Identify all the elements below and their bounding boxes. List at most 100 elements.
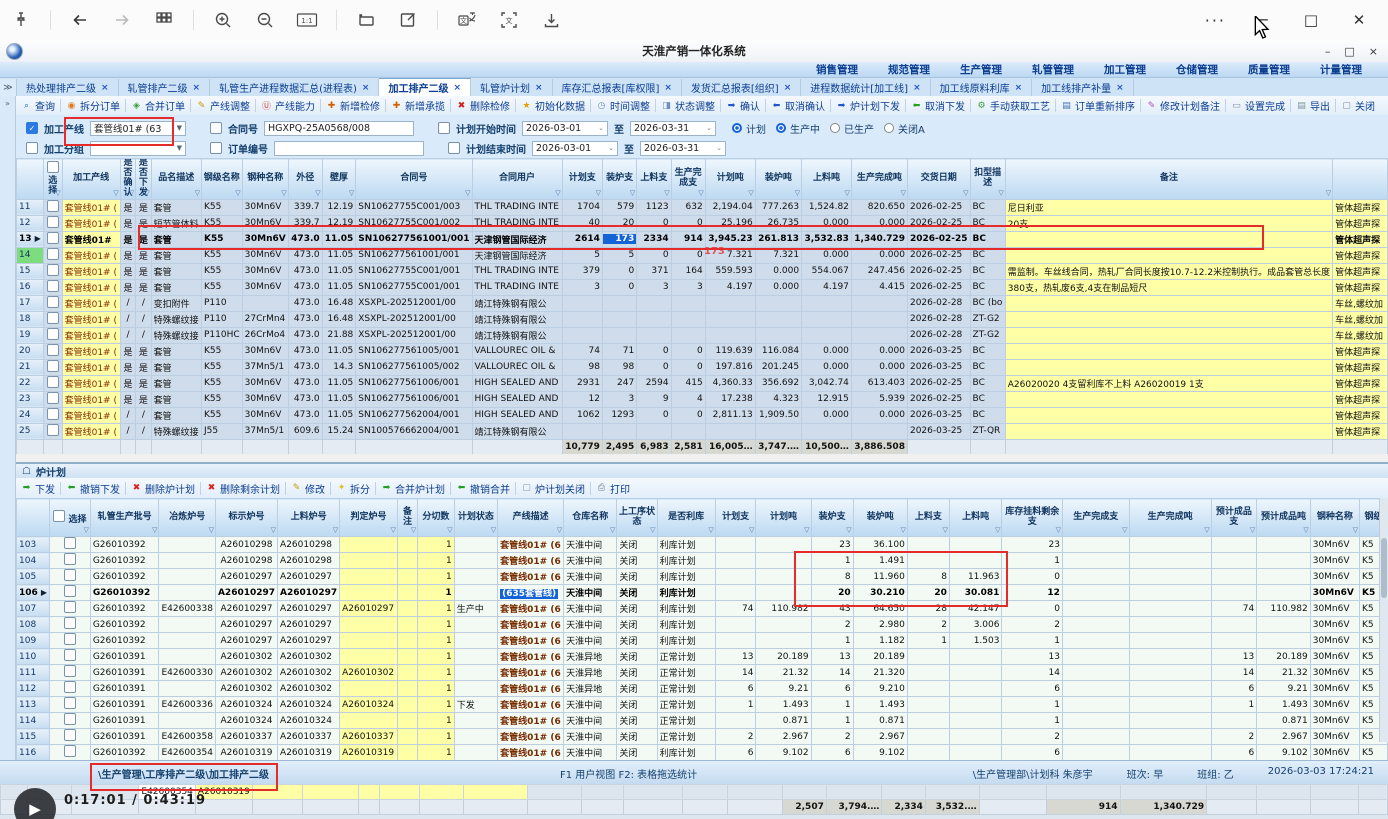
row-number[interactable]: 113 xyxy=(17,697,50,713)
cell[interactable]: 30Mn6V xyxy=(242,247,288,263)
row-checkbox[interactable] xyxy=(47,312,59,324)
tab-close-icon[interactable]: × xyxy=(1116,83,1124,93)
cell[interactable] xyxy=(1005,343,1332,359)
cell[interactable]: 20支 xyxy=(1005,215,1332,231)
cell[interactable]: 天淮中间 xyxy=(564,713,617,729)
cell[interactable] xyxy=(602,423,636,439)
cell[interactable]: 3,042.74 xyxy=(802,375,852,391)
cell[interactable]: 30Mn6V xyxy=(242,375,288,391)
cell[interactable]: 天淮中间 xyxy=(564,697,617,713)
table-row[interactable]: 23套管线01# (是是套管K5530Mn6V473.011.05SN10627… xyxy=(17,391,1388,407)
cell[interactable]: SN106277562004/001 xyxy=(356,407,472,423)
cell[interactable]: 正常计划 xyxy=(657,649,715,665)
cell[interactable]: A26010337 xyxy=(278,729,340,745)
cell[interactable]: 473.0 xyxy=(288,359,322,375)
cell[interactable]: 天淮中间 xyxy=(564,633,617,649)
cell[interactable]: 1,340.729 xyxy=(851,231,907,247)
cell[interactable]: 6 xyxy=(715,681,756,697)
cell[interactable] xyxy=(397,537,417,553)
cell[interactable]: 2026-02-28 xyxy=(907,327,970,343)
cell[interactable] xyxy=(44,359,63,375)
cell[interactable]: 利库计划 xyxy=(657,569,715,585)
cell[interactable]: 关闭 xyxy=(617,569,657,585)
cell[interactable]: 2026-02-28 xyxy=(907,295,970,311)
cell[interactable] xyxy=(1211,553,1257,569)
zoom-in-icon[interactable] xyxy=(206,6,240,34)
cell[interactable]: 天津钢管国际经济 xyxy=(472,247,562,263)
cell[interactable] xyxy=(715,713,756,729)
cell[interactable]: 4,360.33 xyxy=(705,375,755,391)
cell[interactable]: 1 xyxy=(418,665,455,681)
cell[interactable]: (635套管线) xyxy=(498,585,564,601)
cell[interactable]: THL TRADING INTE xyxy=(472,215,562,231)
crop-icon[interactable] xyxy=(349,6,383,34)
cell[interactable]: 0.000 xyxy=(755,263,801,279)
cell[interactable]: 30Mn6V xyxy=(1310,649,1359,665)
cell[interactable] xyxy=(50,601,91,617)
cell[interactable]: A26010324 xyxy=(215,713,277,729)
filter-funnel-icon[interactable]: ▽ xyxy=(708,527,713,535)
cell[interactable]: 是 xyxy=(120,391,135,407)
cell[interactable]: 16.48 xyxy=(322,295,356,311)
cell[interactable]: 2026-02-25 xyxy=(907,279,970,295)
cell[interactable] xyxy=(802,295,852,311)
filter-funnel-icon[interactable]: ▽ xyxy=(271,527,276,535)
cell[interactable]: 13 xyxy=(715,649,756,665)
cell[interactable]: A26010297 xyxy=(278,585,340,601)
row-number[interactable]: 16 xyxy=(17,279,44,295)
cell[interactable] xyxy=(44,423,63,439)
toolbar-button-send[interactable]: ➡下发 xyxy=(16,481,60,496)
cell[interactable] xyxy=(1062,617,1129,633)
cell[interactable]: G26010392 xyxy=(90,585,159,601)
cell[interactable] xyxy=(715,569,756,585)
cell[interactable]: 30Mn6V xyxy=(1310,713,1359,729)
cell[interactable]: 2334 xyxy=(637,231,671,247)
cell[interactable]: 3.006 xyxy=(949,617,1002,633)
cell[interactable]: BC xyxy=(970,199,1005,215)
cell[interactable]: 短节管体料 xyxy=(151,215,201,231)
cell[interactable]: THL TRADING INTE xyxy=(472,279,562,295)
cell[interactable]: BC xyxy=(970,359,1005,375)
cell[interactable] xyxy=(340,553,398,569)
row-number[interactable]: 115 xyxy=(17,729,50,745)
cell[interactable]: 2 xyxy=(811,729,853,745)
cell[interactable] xyxy=(851,327,907,343)
cell[interactable] xyxy=(44,263,63,279)
cell[interactable]: 0 xyxy=(602,279,636,295)
cell[interactable] xyxy=(1257,617,1311,633)
cell[interactable]: E42600330 xyxy=(159,665,216,681)
cell[interactable] xyxy=(397,665,417,681)
table-row[interactable]: 11套管线01# (是是套管K5530Mn6V339.712.19SN10627… xyxy=(17,199,1388,215)
cell[interactable]: 天淮中间 xyxy=(564,553,617,569)
cell[interactable] xyxy=(50,649,91,665)
cell[interactable]: / xyxy=(120,311,135,327)
column-header-计划状态[interactable]: 计划状态▽ xyxy=(454,499,497,537)
row-number[interactable]: 105 xyxy=(17,569,50,585)
cell[interactable]: K55 xyxy=(201,247,242,263)
table-row[interactable]: 19套管线01# (//特殊螺纹接P110HC26CrMo4473.021.88… xyxy=(17,327,1388,343)
filter-funnel-icon[interactable]: ▽ xyxy=(1326,190,1331,198)
cell[interactable]: 套管线01# (6 xyxy=(498,617,564,633)
cell[interactable] xyxy=(1005,423,1332,439)
header-checkbox[interactable] xyxy=(47,161,59,173)
cell[interactable]: A26010302 xyxy=(278,681,340,697)
cell[interactable]: 579 xyxy=(602,199,636,215)
cell[interactable]: 0.000 xyxy=(802,359,852,375)
cell[interactable]: 1 xyxy=(418,649,455,665)
cell[interactable]: A26010297 xyxy=(278,601,340,617)
cell[interactable]: 0.000 xyxy=(802,247,852,263)
cell[interactable]: A26010324 xyxy=(340,697,398,713)
table-row[interactable]: 16套管线01# (是是套管K5530Mn6V473.011.05SN10627… xyxy=(17,279,1388,295)
cell[interactable]: BC xyxy=(970,215,1005,231)
cell[interactable]: 119.639 xyxy=(705,343,755,359)
cell[interactable]: SN106277561001/001 xyxy=(356,231,472,247)
toolbar-button-print[interactable]: ⎙打印 xyxy=(591,481,635,496)
cell[interactable]: 21.32 xyxy=(756,665,811,681)
radio-icon[interactable] xyxy=(776,123,786,133)
cell[interactable] xyxy=(715,553,756,569)
cell[interactable]: 3 xyxy=(637,279,671,295)
cell[interactable] xyxy=(1005,359,1332,375)
column-header-冶炼炉号[interactable]: 冶炼炉号▽ xyxy=(159,499,216,537)
cell[interactable]: 6 xyxy=(1211,681,1257,697)
cell[interactable] xyxy=(1211,633,1257,649)
